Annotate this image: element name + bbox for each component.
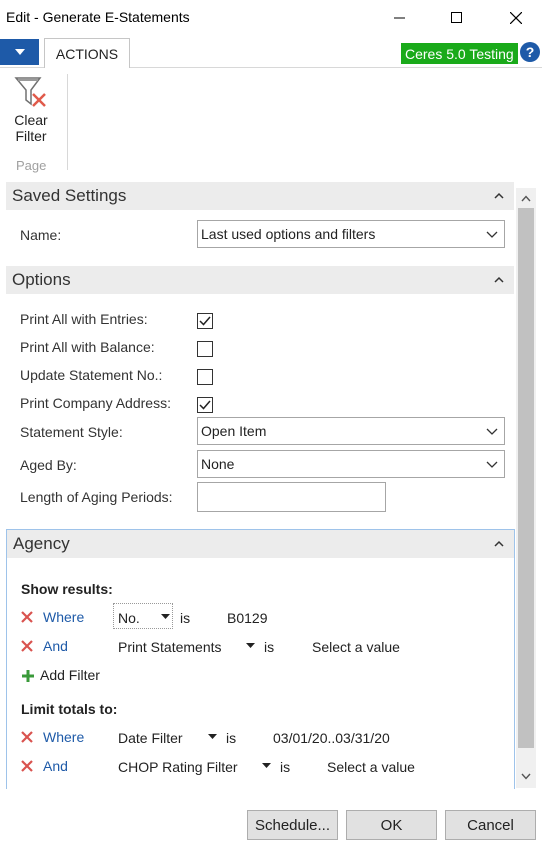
dropdown-arrow-icon — [161, 614, 170, 619]
aged-by-label: Aged By: — [20, 457, 77, 473]
chevron-up-icon[interactable] — [494, 540, 504, 548]
chevron-down-icon — [486, 231, 498, 238]
show-results-heading: Show results: — [21, 581, 113, 597]
option-label: Update Statement No.: — [20, 367, 163, 383]
close-button[interactable] — [496, 4, 536, 32]
clear-filter-label-line2: Filter — [15, 128, 47, 144]
maximize-icon — [451, 12, 462, 23]
filter-value[interactable]: Select a value — [312, 639, 400, 655]
dropdown-arrow-icon[interactable] — [208, 734, 217, 740]
section-saved-settings[interactable]: Saved Settings — [6, 182, 514, 210]
chevron-up-icon — [521, 194, 531, 201]
clear-filter-label-line1: Clear — [14, 112, 48, 128]
print-all-entries-checkbox[interactable] — [197, 313, 213, 329]
filter-keyword[interactable]: And — [43, 638, 68, 654]
section-agency[interactable]: Agency — [7, 530, 514, 558]
filter-value[interactable]: Select a value — [327, 759, 415, 775]
scroll-up-button[interactable] — [516, 188, 536, 208]
filter-keyword[interactable]: And — [43, 758, 68, 774]
filter-keyword[interactable]: Where — [43, 729, 84, 745]
chevron-up-icon[interactable] — [494, 192, 504, 200]
remove-filter-icon[interactable] — [20, 759, 34, 773]
window-title: Edit - Generate E-Statements — [6, 9, 190, 25]
app-menu-button[interactable] — [0, 39, 39, 65]
dropdown-arrow-icon[interactable] — [262, 763, 271, 769]
section-options[interactable]: Options — [6, 266, 514, 294]
add-filter-icon[interactable] — [21, 669, 35, 683]
ribbon: Clear Filter Page — [0, 68, 542, 180]
request-page-content[interactable]: Saved Settings Name: Last used options a… — [0, 182, 516, 789]
aging-periods-input[interactable] — [197, 482, 386, 512]
remove-filter-icon[interactable] — [20, 730, 34, 744]
section-title: Agency — [13, 534, 70, 553]
dropdown-arrow-icon[interactable] — [246, 643, 255, 649]
chevron-down-icon — [486, 428, 498, 435]
statement-style-value: Open Item — [201, 423, 267, 439]
remove-filter-icon[interactable] — [20, 639, 34, 653]
ok-button[interactable]: OK — [346, 810, 437, 840]
section-agency-box: Agency — [6, 529, 515, 789]
filter-field-name[interactable]: CHOP Rating Filter — [118, 759, 238, 775]
filter-value[interactable]: 03/01/20..03/31/20 — [273, 730, 390, 746]
clear-filter-button[interactable]: Clear Filter — [6, 74, 56, 154]
aged-by-select[interactable]: None — [197, 450, 505, 478]
option-label: Print Company Address: — [20, 395, 171, 411]
filter-operator: is — [280, 759, 291, 775]
chevron-down-icon — [486, 461, 498, 468]
ribbon-tab-row: ACTIONS Ceres 5.0 Testing ? — [0, 36, 542, 69]
environment-badge: Ceres 5.0 Testing — [401, 43, 518, 64]
name-select[interactable]: Last used options and filters — [197, 220, 505, 248]
section-title: Options — [12, 270, 71, 289]
chevron-up-icon[interactable] — [494, 276, 504, 284]
window-title-bar: Edit - Generate E-Statements — [0, 0, 542, 36]
clear-filter-icon — [14, 77, 46, 107]
add-filter-link[interactable]: Add Filter — [40, 667, 100, 683]
name-select-value: Last used options and filters — [201, 226, 376, 242]
filter-field-name[interactable]: Date Filter — [118, 730, 183, 746]
filter-operator: is — [226, 730, 237, 746]
section-title: Saved Settings — [12, 186, 127, 205]
name-label: Name: — [20, 227, 62, 243]
ribbon-group-label: Page — [16, 158, 47, 173]
minimize-icon — [394, 17, 405, 19]
filter-operator: is — [180, 610, 191, 626]
vertical-scrollbar[interactable] — [516, 188, 536, 788]
maximize-button[interactable] — [437, 4, 477, 32]
minimize-button[interactable] — [380, 4, 420, 32]
filter-field-name[interactable]: Print Statements — [118, 639, 222, 655]
filter-field-name: No. — [118, 610, 140, 626]
option-label: Print All with Entries: — [20, 311, 148, 327]
remove-filter-icon[interactable] — [20, 610, 34, 624]
filter-operator: is — [264, 639, 275, 655]
print-all-balance-checkbox[interactable] — [197, 341, 213, 357]
dropdown-arrow-icon — [14, 48, 25, 55]
cancel-button[interactable]: Cancel — [445, 810, 536, 840]
statement-style-select[interactable]: Open Item — [197, 417, 505, 445]
schedule-button[interactable]: Schedule... — [247, 810, 338, 840]
print-company-address-checkbox[interactable] — [197, 397, 213, 413]
help-icon[interactable]: ? — [520, 42, 540, 62]
close-icon — [510, 12, 522, 24]
chevron-down-icon — [521, 773, 531, 780]
tab-actions[interactable]: ACTIONS — [44, 38, 130, 69]
aging-periods-label: Length of Aging Periods: — [20, 489, 173, 505]
option-label: Print All with Balance: — [20, 339, 155, 355]
filter-keyword[interactable]: Where — [43, 609, 84, 625]
checkmark-icon — [199, 400, 211, 410]
aged-by-value: None — [201, 456, 235, 472]
ribbon-separator — [67, 74, 68, 170]
scroll-thumb[interactable] — [518, 208, 534, 748]
filter-value[interactable]: B0129 — [227, 610, 267, 626]
limit-totals-heading: Limit totals to: — [21, 701, 118, 717]
update-statement-no-checkbox[interactable] — [197, 369, 213, 385]
scroll-down-button[interactable] — [516, 766, 536, 786]
statement-style-label: Statement Style: — [20, 424, 123, 440]
checkmark-icon — [199, 316, 211, 326]
